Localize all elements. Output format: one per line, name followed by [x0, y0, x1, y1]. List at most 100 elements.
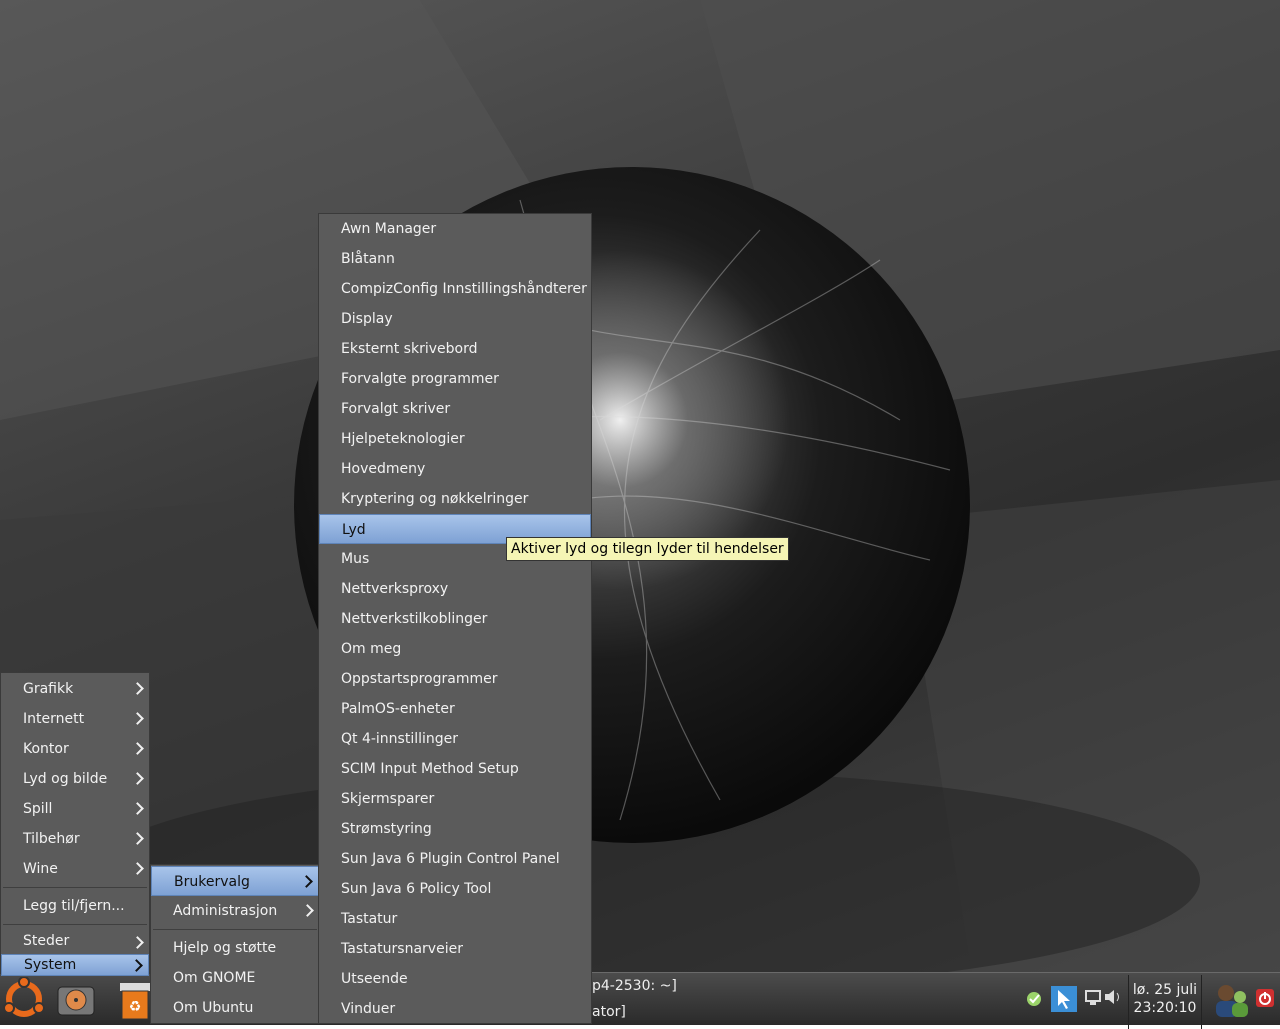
ubuntu-menu-icon[interactable]: [2, 976, 46, 1021]
menu-item-preference[interactable]: Tastatursnarveier: [319, 934, 591, 964]
menu-item-label: Eksternt skrivebord: [341, 341, 478, 357]
menu-item-label: Lyd og bilde: [23, 771, 108, 787]
menu-item-preference[interactable]: PalmOS-enheter: [319, 694, 591, 724]
hard-disk-icon[interactable]: [54, 977, 98, 1021]
menu-item-label: Grafikk: [23, 681, 74, 697]
menu-item-preference[interactable]: Kryptering og nøkkelringer: [319, 484, 591, 514]
menu-item-preference[interactable]: Forvalgte programmer: [319, 364, 591, 394]
menu-item-label: Strømstyring: [341, 821, 432, 837]
menu-item-label: Sun Java 6 Policy Tool: [341, 881, 492, 897]
menu-item-label: Lyd: [342, 522, 366, 538]
menu-item-label: Awn Manager: [341, 221, 437, 237]
menu-item-tilbehor[interactable]: Tilbehør: [1, 824, 149, 854]
menu-item-preference[interactable]: Om meg: [319, 634, 591, 664]
chevron-right-icon: [131, 764, 143, 794]
menu-item-add-remove[interactable]: Legg til/fjern...: [1, 891, 149, 921]
menu-item-label: Om Ubuntu: [173, 1000, 254, 1016]
menu-item-preference[interactable]: Nettverkstilkoblinger: [319, 604, 591, 634]
menu-item-preference[interactable]: Qt 4-innstillinger: [319, 724, 591, 754]
menu-item-label: Forvalgte programmer: [341, 371, 499, 387]
menu-item-preference[interactable]: SCIM Input Method Setup: [319, 754, 591, 784]
menu-item-label: SCIM Input Method Setup: [341, 761, 519, 777]
menu-item-preference[interactable]: Display: [319, 304, 591, 334]
menu-item-label: Hovedmeny: [341, 461, 426, 477]
menu-item-label: Nettverksproxy: [341, 581, 449, 597]
menu-item-preference[interactable]: Hovedmeny: [319, 454, 591, 484]
menu-item-label: Wine: [23, 861, 58, 877]
menu-item-label: Om meg: [341, 641, 402, 657]
menu-item-preference[interactable]: Nettverksproxy: [319, 574, 591, 604]
menu-item-preference[interactable]: Vinduer: [319, 994, 591, 1024]
main-menu: Grafikk Internett Kontor Lyd og bilde Sp…: [0, 672, 150, 976]
menu-item-label: Skjermsparer: [341, 791, 435, 807]
menu-item-label: Oppstartsprogrammer: [341, 671, 498, 687]
menu-item-label: Legg til/fjern...: [23, 898, 125, 914]
menu-item-lyd-og-bilde[interactable]: Lyd og bilde: [1, 764, 149, 794]
menu-item-preference[interactable]: CompizConfig Innstillingshåndterer: [319, 274, 591, 304]
menu-item-spill[interactable]: Spill: [1, 794, 149, 824]
power-icon[interactable]: [1256, 989, 1274, 1007]
cursor-icon[interactable]: [1050, 985, 1078, 1013]
menu-item-about-gnome[interactable]: Om GNOME: [151, 963, 319, 993]
menu-item-label: Internett: [23, 711, 85, 727]
menu-item-label: Kryptering og nøkkelringer: [341, 491, 529, 507]
preferences-menu: Awn Manager Blåtann CompizConfig Innstilli…: [318, 213, 592, 1024]
menu-item-preference[interactable]: Sun Java 6 Policy Tool: [319, 874, 591, 904]
menu-separator: [3, 924, 147, 925]
chevron-right-icon: [131, 854, 143, 884]
menu-item-label: Tilbehør: [23, 831, 80, 847]
system-menu: Brukervalg Administrasjon Hjelp og støtt…: [150, 864, 320, 1024]
menu-item-preference[interactable]: Utseende: [319, 964, 591, 994]
user-switcher: [1206, 975, 1280, 1023]
menu-item-label: Hjelpeteknologier: [341, 431, 465, 447]
menu-item-preference[interactable]: Eksternt skrivebord: [319, 334, 591, 364]
window-button[interactable]: ator]: [592, 999, 1012, 1025]
window-list: p4-2530: ~] ator]: [592, 973, 1012, 1025]
menu-item-label: Om GNOME: [173, 970, 256, 986]
chevron-right-icon: [300, 867, 312, 897]
menu-item-label: PalmOS-enheter: [341, 701, 455, 717]
clock-date: lø. 25 juli: [1132, 982, 1198, 998]
menu-item-preference[interactable]: Forvalgt skriver: [319, 394, 591, 424]
clock[interactable]: lø. 25 juli 23:20:10: [1128, 975, 1202, 1029]
menu-item-label: Spill: [23, 801, 53, 817]
menu-item-label: CompizConfig Innstillingshåndterer: [341, 281, 587, 297]
menu-item-label: Brukervalg: [174, 874, 250, 890]
menu-item-preference[interactable]: Hjelpeteknologier: [319, 424, 591, 454]
menu-item-kontor[interactable]: Kontor: [1, 734, 149, 764]
menu-item-about-ubuntu[interactable]: Om Ubuntu: [151, 993, 319, 1023]
menu-item-label: Sun Java 6 Plugin Control Panel: [341, 851, 560, 867]
menu-separator: [153, 929, 317, 930]
menu-item-preference[interactable]: Blåtann: [319, 244, 591, 274]
menu-item-label: Nettverkstilkoblinger: [341, 611, 488, 627]
menu-item-preference[interactable]: Strømstyring: [319, 814, 591, 844]
menu-item-label: Qt 4-innstillinger: [341, 731, 459, 747]
menu-item-preference[interactable]: Oppstartsprogrammer: [319, 664, 591, 694]
menu-item-label: Utseende: [341, 971, 408, 987]
menu-item-help[interactable]: Hjelp og støtte: [151, 933, 319, 963]
tooltip: Aktiver lyd og tilegn lyder til hendelse…: [506, 537, 789, 561]
menu-item-label: Tastatur: [341, 911, 398, 927]
chevron-right-icon: [130, 951, 142, 971]
menu-item-label: Vinduer: [341, 1001, 396, 1017]
volume-icon[interactable]: [1102, 985, 1126, 1009]
menu-item-label: Administrasjon: [173, 903, 278, 919]
menu-item-wine[interactable]: Wine: [1, 854, 149, 884]
menu-item-administration[interactable]: Administrasjon: [151, 896, 319, 926]
menu-item-places[interactable]: Steder: [1, 928, 149, 954]
menu-item-grafikk[interactable]: Grafikk: [1, 674, 149, 704]
menu-item-label: Forvalgt skriver: [341, 401, 451, 417]
user-avatar-icon[interactable]: [1212, 979, 1252, 1019]
menu-item-preference[interactable]: Tastatur: [319, 904, 591, 934]
menu-item-preference[interactable]: Awn Manager: [319, 214, 591, 244]
menu-item-preference[interactable]: Sun Java 6 Plugin Control Panel: [319, 844, 591, 874]
menu-item-preference[interactable]: Skjermsparer: [319, 784, 591, 814]
menu-separator: [3, 887, 147, 888]
menu-item-internett[interactable]: Internett: [1, 704, 149, 734]
window-button[interactable]: p4-2530: ~]: [592, 973, 1012, 999]
menu-item-label: Steder: [23, 933, 70, 949]
menu-item-preferences[interactable]: Brukervalg: [151, 866, 319, 896]
update-icon[interactable]: [1024, 985, 1048, 1009]
menu-item-system[interactable]: System: [1, 954, 149, 976]
menu-item-label: Hjelp og støtte: [173, 940, 277, 956]
